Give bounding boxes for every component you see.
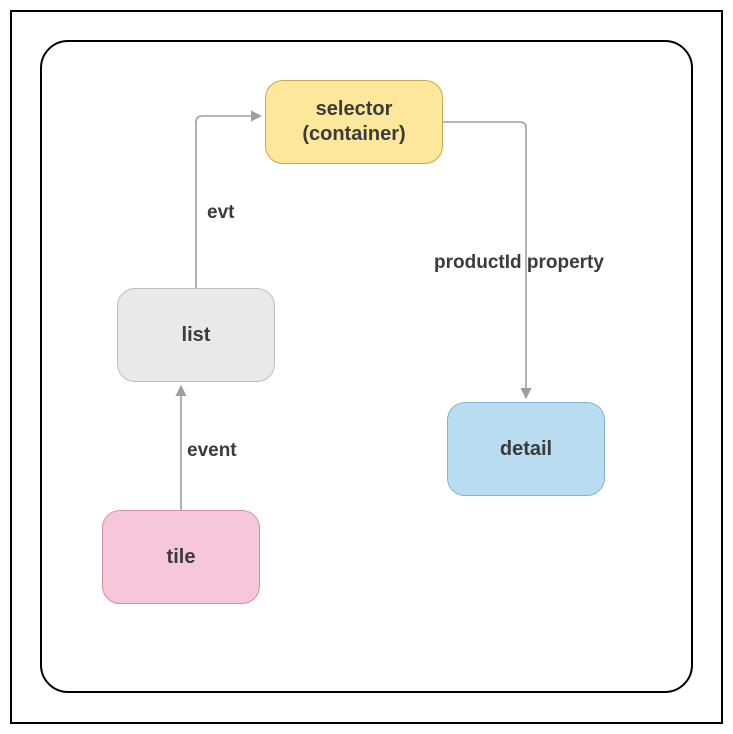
node-selector: selector(container) bbox=[265, 80, 443, 164]
node-tile: tile bbox=[102, 510, 260, 604]
edge-label-evt: evt bbox=[207, 202, 234, 224]
node-list: list bbox=[117, 288, 275, 382]
edge-label-event: event bbox=[187, 440, 237, 462]
edge-label-productid: productId property bbox=[434, 252, 604, 274]
node-tile-label: tile bbox=[167, 545, 196, 570]
node-selector-label: selector(container) bbox=[302, 97, 405, 147]
diagram-canvas: selector(container) list tile detail eve… bbox=[40, 40, 693, 693]
node-list-label: list bbox=[182, 323, 211, 348]
node-detail-label: detail bbox=[500, 437, 552, 462]
node-detail: detail bbox=[447, 402, 605, 496]
outer-frame: selector(container) list tile detail eve… bbox=[10, 10, 723, 724]
